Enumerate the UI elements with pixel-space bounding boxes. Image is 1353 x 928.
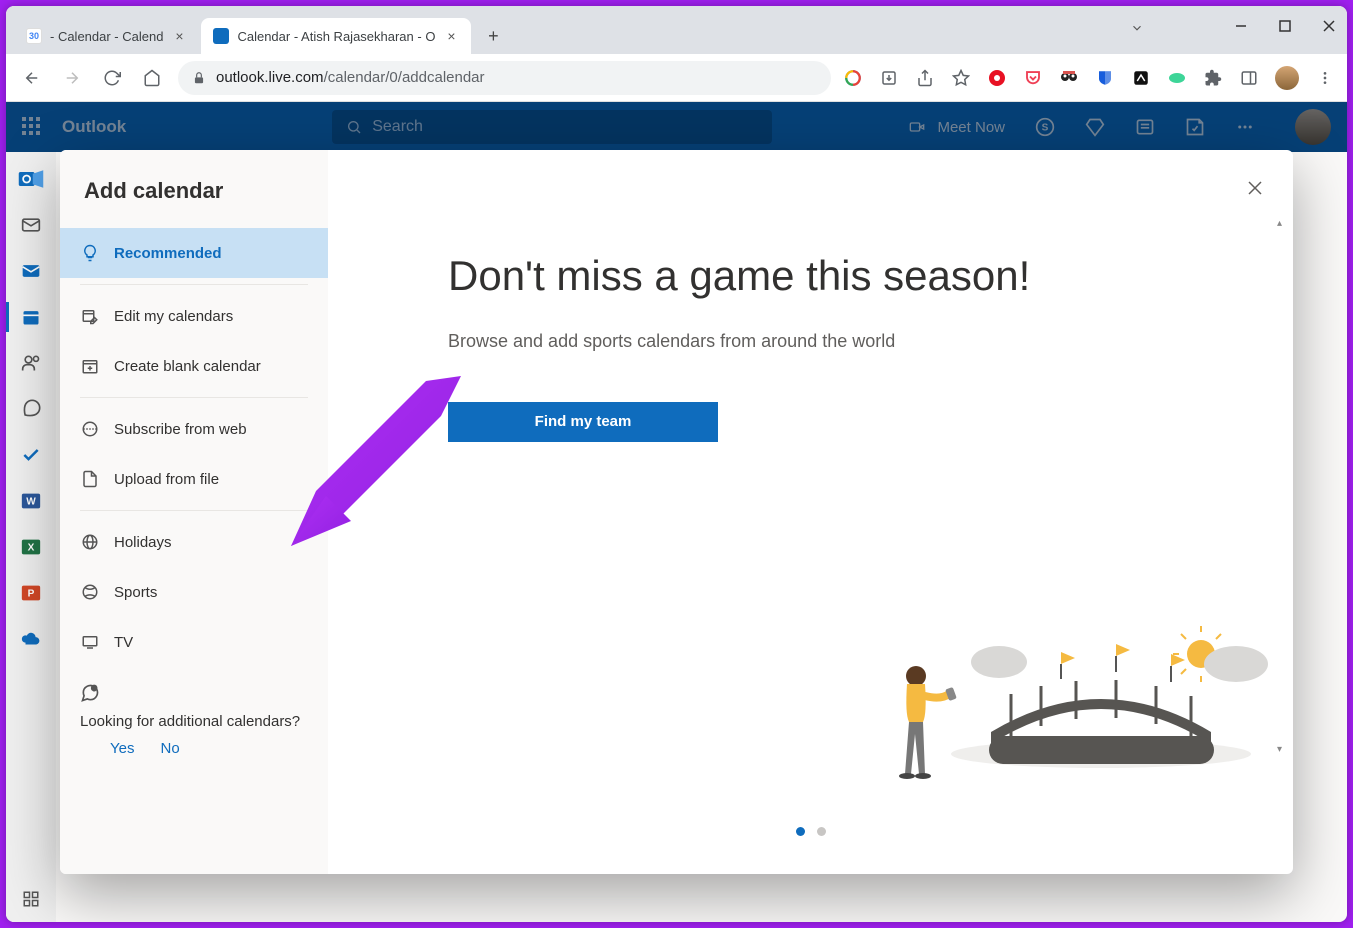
rail-people-icon[interactable] — [6, 340, 56, 386]
modal-title: Add calendar — [60, 170, 328, 228]
create-calendar-icon — [80, 356, 100, 376]
tv-icon — [80, 632, 100, 652]
rail-excel-icon[interactable]: X — [6, 524, 56, 570]
extension-icon-1[interactable] — [987, 68, 1007, 88]
rail-files-icon[interactable] — [6, 386, 56, 432]
close-tab-icon[interactable]: × — [443, 28, 459, 44]
google-icon[interactable] — [843, 68, 863, 88]
left-rail: W X P — [6, 152, 56, 922]
pager-dot-1[interactable] — [796, 827, 805, 836]
feedback-section: ! Looking for additional calendars? Yes … — [60, 667, 328, 773]
rail-apps-icon[interactable] — [6, 876, 56, 922]
pocket-icon[interactable] — [1023, 68, 1043, 88]
svg-text:P: P — [28, 589, 35, 600]
url-text: outlook.live.com/calendar/0/addcalendar — [216, 69, 817, 86]
share-icon[interactable] — [915, 68, 935, 88]
svg-text:X: X — [28, 543, 35, 554]
sports-illustration — [861, 624, 1241, 784]
browser-tab-0[interactable]: 30 - Calendar - Calend × — [14, 18, 199, 54]
rail-outlook-logo[interactable] — [6, 156, 56, 202]
install-icon[interactable] — [879, 68, 899, 88]
sidebar-item-sports[interactable]: Sports — [60, 567, 328, 617]
find-my-team-button[interactable]: Find my team — [448, 402, 718, 442]
rail-todo-icon[interactable] — [6, 432, 56, 478]
modal-content: Don't miss a game this season! Browse an… — [328, 150, 1293, 874]
close-window-button[interactable] — [1319, 16, 1339, 36]
sidebar-item-label: Subscribe from web — [114, 421, 247, 438]
new-tab-button[interactable]: + — [479, 22, 507, 50]
svg-text:W: W — [26, 497, 36, 508]
sidebar-item-create[interactable]: Create blank calendar — [60, 341, 328, 391]
feedback-icon: ! — [80, 683, 308, 707]
content-heading: Don't miss a game this season! — [448, 250, 1048, 303]
feedback-prompt: Looking for additional calendars? — [80, 713, 308, 730]
rail-word-icon[interactable]: W — [6, 478, 56, 524]
maximize-button[interactable] — [1275, 16, 1295, 36]
feedback-yes-link[interactable]: Yes — [110, 740, 134, 757]
bookmark-star-icon[interactable] — [951, 68, 971, 88]
scroll-up-icon[interactable]: ▴ — [1277, 218, 1287, 228]
scrollbar[interactable]: ▴ ▾ — [1279, 218, 1287, 754]
outlook-favicon — [213, 28, 229, 44]
svg-text:!: ! — [93, 687, 94, 693]
rail-mail-icon[interactable] — [6, 202, 56, 248]
sports-icon — [80, 582, 100, 602]
extensions-menu-icon[interactable] — [1203, 68, 1223, 88]
sidebar-item-label: Recommended — [114, 245, 222, 262]
sidebar-item-label: Sports — [114, 584, 157, 601]
feedback-no-link[interactable]: No — [160, 740, 179, 757]
rail-powerpoint-icon[interactable]: P — [6, 570, 56, 616]
extension-icon-3[interactable] — [1059, 68, 1079, 88]
browser-menu-icon[interactable] — [1315, 68, 1335, 88]
browser-toolbar: outlook.live.com/calendar/0/addcalendar — [6, 54, 1347, 102]
forward-button[interactable] — [58, 64, 86, 92]
sidebar-item-label: TV — [114, 634, 133, 651]
rail-onedrive-icon[interactable] — [6, 616, 56, 662]
gcal-favicon: 30 — [26, 28, 42, 44]
sidebar-item-edit[interactable]: Edit my calendars — [60, 291, 328, 341]
web-icon — [80, 419, 100, 439]
sidebar-item-subscribe[interactable]: Subscribe from web — [60, 404, 328, 454]
address-bar[interactable]: outlook.live.com/calendar/0/addcalendar — [178, 61, 831, 95]
minimize-button[interactable] — [1231, 16, 1251, 36]
tab-title: Calendar - Atish Rajasekharan - O — [237, 29, 435, 44]
lock-icon — [192, 71, 206, 85]
profile-avatar[interactable] — [1275, 66, 1299, 90]
sidebar-item-label: Upload from file — [114, 471, 219, 488]
sidebar-item-holidays[interactable]: Holidays — [60, 517, 328, 567]
browser-tab-1[interactable]: Calendar - Atish Rajasekharan - O × — [201, 18, 471, 54]
sidebar-item-upload[interactable]: Upload from file — [60, 454, 328, 504]
bitwarden-icon[interactable] — [1095, 68, 1115, 88]
sidebar-item-recommended[interactable]: Recommended — [60, 228, 328, 278]
pager-dot-2[interactable] — [817, 827, 826, 836]
tab-title: - Calendar - Calend — [50, 29, 163, 44]
home-button[interactable] — [138, 64, 166, 92]
sidebar-item-label: Create blank calendar — [114, 358, 261, 375]
carousel-pager — [796, 827, 826, 836]
lightbulb-icon — [80, 243, 100, 263]
sidebar-item-label: Edit my calendars — [114, 308, 233, 325]
add-calendar-modal: Add calendar Recommended Edit my calenda… — [60, 150, 1293, 874]
sidebar-item-tv[interactable]: TV — [60, 617, 328, 667]
globe-icon — [80, 532, 100, 552]
side-panel-icon[interactable] — [1239, 68, 1259, 88]
file-icon — [80, 469, 100, 489]
modal-sidebar: Add calendar Recommended Edit my calenda… — [60, 150, 328, 874]
sidebar-item-label: Holidays — [114, 534, 172, 551]
reload-button[interactable] — [98, 64, 126, 92]
content-subtitle: Browse and add sports calendars from aro… — [448, 331, 1233, 352]
rail-mail-filled-icon[interactable] — [6, 248, 56, 294]
close-tab-icon[interactable]: × — [171, 28, 187, 44]
tabs-dropdown-icon[interactable] — [1127, 18, 1147, 38]
rail-calendar-icon[interactable] — [6, 294, 56, 340]
back-button[interactable] — [18, 64, 46, 92]
edit-calendar-icon — [80, 306, 100, 326]
modal-close-button[interactable] — [1239, 172, 1271, 204]
extension-icon-5[interactable] — [1131, 68, 1151, 88]
browser-titlebar: 30 - Calendar - Calend × Calendar - Atis… — [6, 6, 1347, 54]
extension-icon-6[interactable] — [1167, 68, 1187, 88]
scroll-down-icon[interactable]: ▾ — [1277, 744, 1287, 754]
